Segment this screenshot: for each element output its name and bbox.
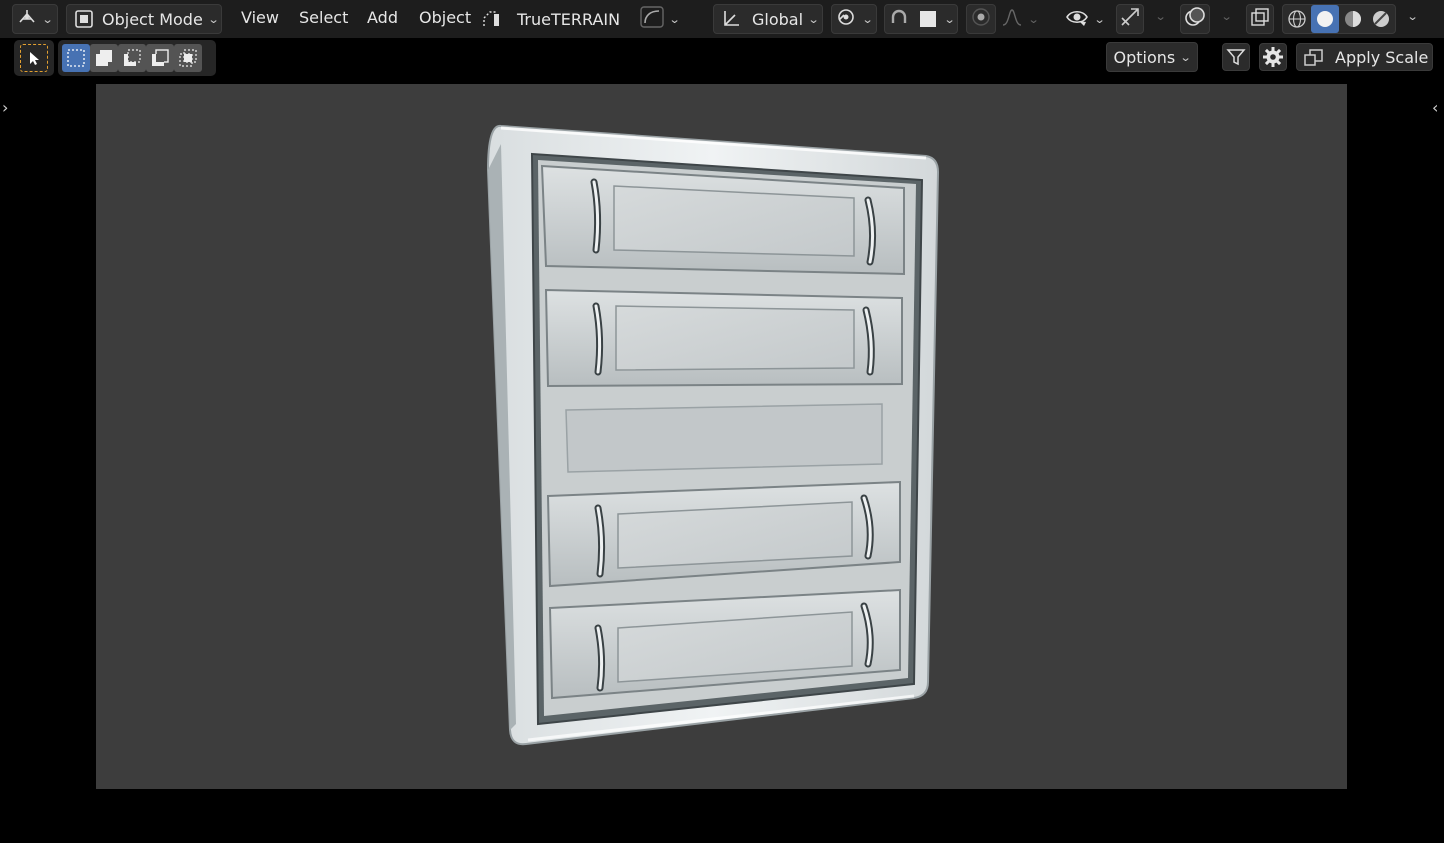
toolbar-expand-arrow[interactable]: › xyxy=(2,98,8,117)
chevron-down-icon: ⌄ xyxy=(807,12,820,26)
menu-object[interactable]: Object xyxy=(419,8,471,27)
falloff-dropdown[interactable]: ⌄ xyxy=(998,4,1042,34)
select-box-tool-button[interactable] xyxy=(20,44,48,72)
blank-panel xyxy=(565,403,883,473)
select-mode-subtract[interactable] xyxy=(118,44,146,72)
select-new-icon xyxy=(67,49,85,67)
apply-scale-icon xyxy=(1304,49,1323,66)
cabinet-model xyxy=(486,124,940,746)
curve-icon xyxy=(640,6,665,32)
pivot-point-dropdown[interactable]: ⌄ xyxy=(831,4,877,34)
shading-dropdown-chevron[interactable]: ⌄ xyxy=(1407,10,1419,23)
options-dropdown[interactable]: Options ⌄ xyxy=(1106,42,1198,72)
object-visibility-dropdown[interactable]: ⌄ xyxy=(1063,4,1107,34)
mode-dropdown[interactable]: Object Mode ⌄ xyxy=(66,4,222,34)
editor-type-icon xyxy=(17,8,37,30)
select-intersect-icon xyxy=(179,49,197,67)
active-tool-group xyxy=(14,40,54,76)
gear-icon xyxy=(1263,47,1283,67)
solid-shading-icon xyxy=(1317,11,1333,27)
material-preview-icon xyxy=(1345,11,1361,27)
mode-label: Object Mode xyxy=(102,9,203,29)
apply-scale-label: Apply Scale xyxy=(1335,47,1429,67)
chevron-down-icon: ⌄ xyxy=(207,12,220,26)
rendered-icon xyxy=(1373,11,1389,27)
snap-icon[interactable] xyxy=(885,9,913,29)
shading-wireframe-button[interactable] xyxy=(1283,5,1311,33)
overlay-icon xyxy=(1184,6,1206,32)
xray-toggle[interactable] xyxy=(1246,4,1274,34)
snap-group: ⌄ xyxy=(884,4,958,34)
orientation-label: Global xyxy=(752,9,804,29)
settings-button[interactable] xyxy=(1259,43,1287,71)
apply-scale-button[interactable]: Apply Scale xyxy=(1296,43,1433,71)
falloff-curve-icon xyxy=(1001,7,1023,31)
xray-icon xyxy=(1250,7,1270,31)
trueterrain-menu[interactable]: TrueTERRAIN xyxy=(480,4,630,34)
filter-icon xyxy=(1226,49,1246,66)
editor-type-button[interactable]: ⌄ xyxy=(12,4,58,34)
chevron-down-icon: ⌄ xyxy=(862,12,874,26)
select-invert-icon xyxy=(152,49,169,66)
gizmo-dropdown-chevron[interactable]: ⌄ xyxy=(1155,10,1167,23)
chevron-down-icon: ⌄ xyxy=(42,12,54,26)
menu-view[interactable]: View xyxy=(241,8,279,27)
chevron-down-icon: ⌄ xyxy=(1028,12,1040,26)
select-mode-invert[interactable] xyxy=(146,44,174,72)
chevron-down-icon: ⌄ xyxy=(1179,50,1192,64)
shading-material-button[interactable] xyxy=(1339,5,1367,33)
proportional-editing-icon xyxy=(971,7,991,31)
chevron-down-icon: ⌄ xyxy=(1094,12,1106,26)
selection-mode-group xyxy=(58,40,216,76)
shading-rendered-button[interactable] xyxy=(1367,5,1395,33)
trueterrain-label: TrueTERRAIN xyxy=(517,9,621,29)
options-label: Options xyxy=(1113,47,1176,67)
trueterrain-icon xyxy=(480,8,502,30)
drawer-2 xyxy=(544,288,903,388)
select-mode-extend[interactable] xyxy=(90,44,118,72)
transform-orientation-dropdown[interactable]: Global ⌄ xyxy=(713,4,823,34)
sidebar-expand-arrow[interactable]: ‹ xyxy=(1432,98,1438,117)
object-visibility-icon xyxy=(1065,7,1089,31)
3d-viewport[interactable] xyxy=(96,84,1347,789)
tool-settings-bar: Options ⌄ Apply Scale xyxy=(0,38,1444,80)
overlay-dropdown-chevron[interactable]: ⌄ xyxy=(1221,10,1233,23)
object-mode-icon xyxy=(74,9,94,29)
shading-solid-button[interactable] xyxy=(1311,5,1339,33)
chevron-down-icon[interactable]: ⌄ xyxy=(944,13,956,26)
select-mode-intersect[interactable] xyxy=(174,44,202,72)
select-subtract-icon xyxy=(124,49,141,66)
curve-dropdown[interactable]: ⌄ xyxy=(636,4,684,34)
chevron-down-icon: ⌄ xyxy=(669,12,681,26)
snap-target-icon[interactable] xyxy=(917,10,939,28)
filter-button[interactable] xyxy=(1222,43,1250,71)
shading-mode-group xyxy=(1282,4,1396,34)
menu-add[interactable]: Add xyxy=(367,8,398,27)
wireframe-icon xyxy=(1288,10,1306,28)
pivot-point-icon xyxy=(835,6,857,32)
gizmo-toggle[interactable] xyxy=(1116,4,1144,34)
select-mode-new[interactable] xyxy=(62,44,90,72)
overlay-toggle[interactable] xyxy=(1180,4,1210,34)
select-box-cursor-icon xyxy=(30,52,39,65)
viewport-header: ⌄ Object Mode ⌄ View Select Add Object T… xyxy=(0,0,1444,38)
proportional-editing-toggle[interactable] xyxy=(966,4,996,34)
select-extend-icon xyxy=(96,50,112,66)
orientation-icon xyxy=(720,8,742,30)
menu-select[interactable]: Select xyxy=(299,8,348,27)
gizmo-icon xyxy=(1119,6,1141,32)
